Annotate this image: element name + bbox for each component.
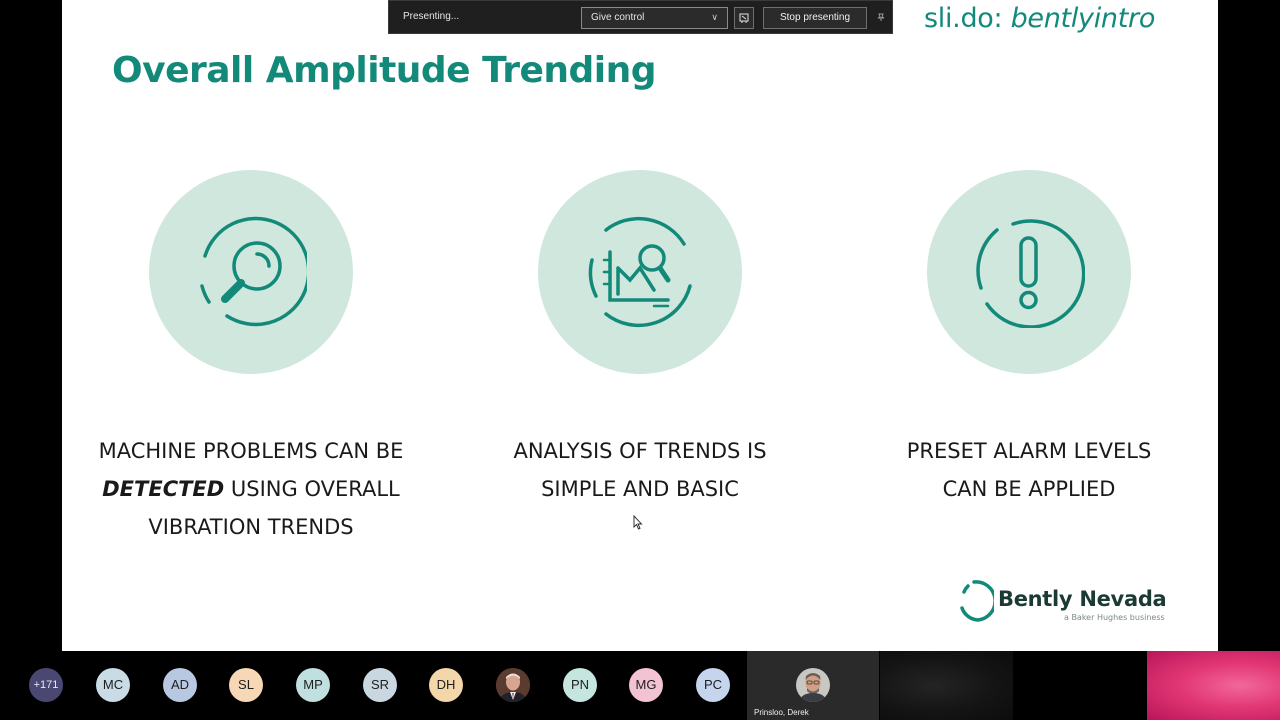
presenting-toolbar: Presenting... Give control ∨ Stop presen… — [388, 0, 893, 34]
detect-circle — [149, 170, 353, 374]
pin-icon[interactable] — [876, 12, 886, 22]
give-control-dropdown[interactable]: Give control ∨ — [581, 7, 728, 29]
caption-analysis: ANALYSIS OF TRENDS IS SIMPLE AND BASIC — [513, 439, 767, 501]
avatar[interactable]: SL — [229, 668, 263, 702]
video-tile[interactable] — [880, 651, 1013, 720]
avatar[interactable]: PC — [696, 668, 730, 702]
logo-tagline: a Baker Hughes business — [1064, 613, 1165, 622]
slide-content: Overall Amplitude Trending sli.do: bentl… — [62, 0, 1218, 651]
avatar[interactable]: AD — [163, 668, 197, 702]
emphasis-detected: DETECTED — [102, 477, 225, 501]
participant-gallery: +171 MC AD SL MP SR DH PN MG PC Prinsloo… — [0, 651, 1280, 720]
avatar[interactable]: DH — [429, 668, 463, 702]
video-tile[interactable] — [1147, 651, 1280, 720]
alarm-circle — [927, 170, 1131, 374]
more-participants-button[interactable]: +171 — [29, 668, 63, 702]
avatar[interactable]: PN — [563, 668, 597, 702]
caption-alarm: PRESET ALARM LEVELS CAN BE APPLIED — [906, 439, 1152, 501]
active-speaker-tile[interactable]: Prinsloo, Derek — [747, 651, 879, 720]
speaker-name: Prinsloo, Derek — [754, 708, 809, 717]
slide-title: Overall Amplitude Trending — [112, 50, 657, 91]
include-audio-button[interactable] — [734, 7, 754, 29]
chevron-down-icon: ∨ — [711, 12, 718, 22]
presenting-status: Presenting... — [403, 11, 460, 22]
exclamation-icon — [976, 219, 1085, 328]
avatar-photo[interactable] — [496, 668, 530, 702]
chart-analysis-icon — [588, 216, 692, 328]
mouse-cursor-icon — [633, 515, 643, 530]
avatar[interactable]: MC — [96, 668, 130, 702]
logo-name: Bently Nevada — [998, 587, 1167, 611]
person-photo-icon — [796, 668, 830, 702]
magnifier-icon — [200, 216, 307, 327]
share-screen-icon — [739, 13, 749, 23]
analysis-circle — [538, 170, 742, 374]
slido-code: sli.do: bentlyintro — [924, 3, 1156, 34]
avatar[interactable]: MG — [629, 668, 663, 702]
avatar[interactable]: MP — [296, 668, 330, 702]
logo-mark-icon — [960, 580, 994, 622]
person-photo-icon — [496, 668, 530, 702]
avatar[interactable]: SR — [363, 668, 397, 702]
bently-nevada-logo: Bently Nevada a Baker Hughes business — [958, 576, 1178, 626]
stop-presenting-button[interactable]: Stop presenting — [763, 7, 867, 29]
avatar-photo — [796, 668, 830, 702]
caption-detected: MACHINE PROBLEMS CAN BE DETECTED USING O… — [98, 439, 404, 539]
